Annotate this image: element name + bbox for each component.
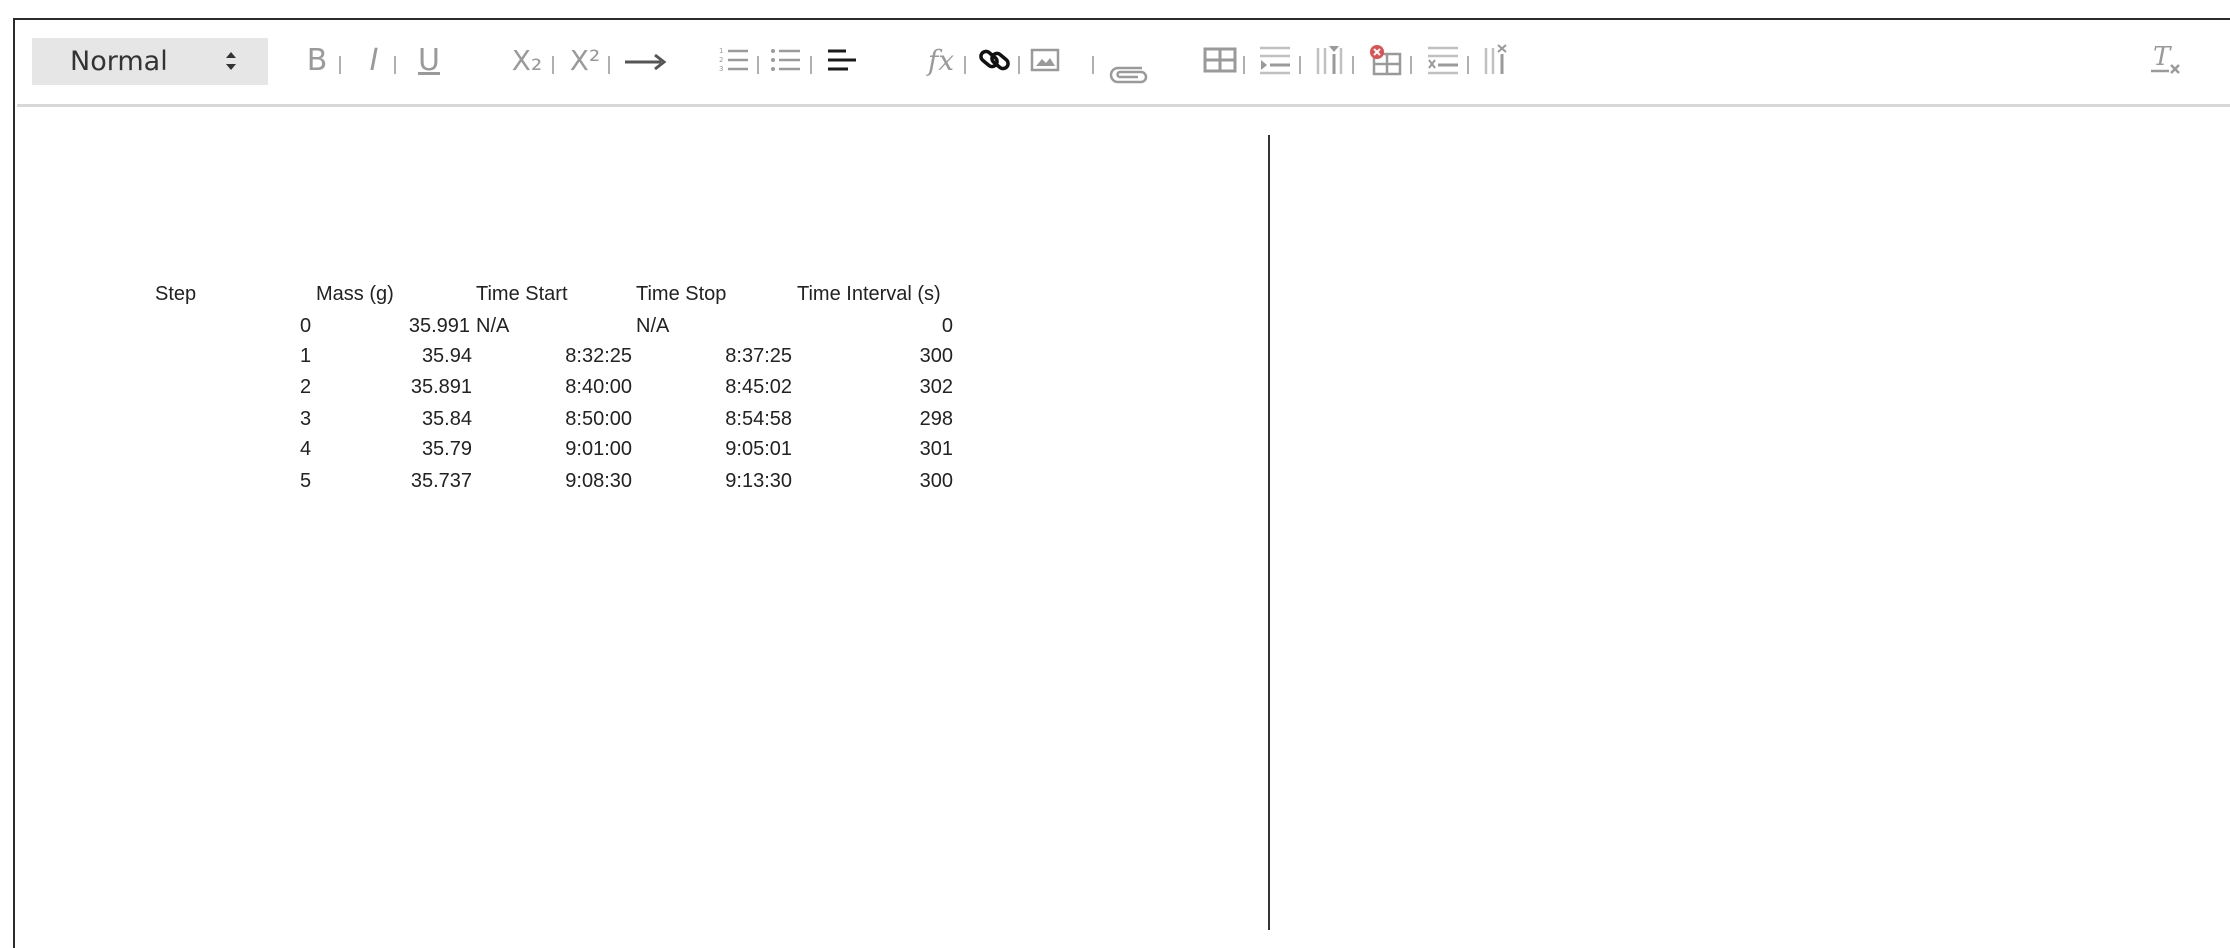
align-left-icon (828, 49, 856, 71)
insert-column-icon (1316, 46, 1343, 74)
formula-icon: fx (927, 43, 955, 77)
table-cell-time-stop: 9:05:01 (725, 438, 792, 460)
clear-format-button[interactable]: T (2147, 40, 2187, 80)
bullet-list-icon (771, 49, 800, 71)
italic-icon: I (369, 42, 379, 78)
separator (1467, 56, 1469, 74)
table-cell-step: 5 (300, 470, 312, 492)
separator (552, 56, 554, 74)
insert-row-button[interactable] (1257, 40, 1293, 80)
separator (1018, 56, 1020, 74)
table-header-time-start: Time Start (476, 283, 568, 305)
subscript-icon: X₂ (511, 43, 543, 77)
ordered-list-button[interactable]: 1 2 3 (717, 40, 751, 80)
svg-text:3: 3 (719, 65, 723, 73)
separator (757, 56, 759, 74)
table-header-mass: Mass (g) (316, 283, 394, 305)
delete-column-icon (1484, 44, 1507, 74)
svg-text:2: 2 (719, 56, 723, 64)
delete-column-button[interactable] (1483, 40, 1513, 80)
arrow-button[interactable] (621, 40, 669, 80)
clear-format-icon: T (2151, 43, 2180, 74)
table-cell-mass: 35.737 (410, 470, 472, 492)
table-cell-mass: 35.84 (421, 408, 472, 430)
image-icon (1030, 48, 1060, 72)
editor-toolbar: Normal B I U X₂ X² 1 2 3 fx T (17, 20, 2230, 107)
table-cell-step: 2 (300, 376, 312, 398)
table-cell-time-start: N/A (476, 315, 510, 337)
bold-button[interactable]: B (302, 40, 332, 80)
table-cell-interval: 301 (919, 438, 953, 460)
table-cell-interval: 300 (919, 345, 953, 367)
superscript-icon: X² (569, 43, 601, 77)
separator (339, 56, 341, 74)
attachment-icon (1109, 66, 1148, 84)
bullet-list-button[interactable] (769, 40, 803, 80)
table-cell-time-stop: 8:54:58 (725, 408, 792, 430)
table-cell-time-start: 8:32:25 (565, 345, 632, 367)
separator (1092, 56, 1094, 74)
insert-row-above-icon (1260, 46, 1290, 75)
table-header-time-stop: Time Stop (636, 283, 727, 305)
table-cell-step: 4 (300, 438, 312, 460)
table-cell-time-start: 9:08:30 (565, 470, 632, 492)
table-header-step: Step (155, 283, 197, 305)
arrow-right-icon (625, 53, 667, 70)
delete-table-button[interactable] (1367, 40, 1403, 80)
table-cell-time-stop: 9:13:30 (725, 470, 792, 492)
table-cell-interval: 0 (941, 315, 953, 337)
table-cell-step: 1 (300, 345, 312, 367)
underline-icon: U (418, 42, 440, 78)
table-cell-mass: 35.891 (410, 376, 472, 398)
link-icon (979, 49, 1010, 71)
separator (1352, 56, 1354, 74)
table-cell-time-stop: 8:45:02 (725, 376, 792, 398)
table-cell-interval: 302 (919, 376, 953, 398)
delete-row-icon (1428, 46, 1458, 75)
delete-table-icon (1370, 45, 1402, 76)
svg-text:T: T (2153, 43, 2172, 72)
select-caret-icon (226, 52, 236, 70)
italic-button[interactable]: I (359, 40, 389, 80)
align-left-button[interactable] (825, 40, 859, 80)
separator (608, 56, 610, 74)
separator (1299, 56, 1301, 74)
svg-text:1: 1 (719, 47, 723, 55)
separator (1410, 56, 1412, 74)
table-cell-interval: 298 (919, 408, 953, 430)
table-cell-step: 0 (300, 315, 312, 337)
underline-button[interactable]: U (414, 40, 444, 80)
page-divider (1268, 135, 1270, 930)
delete-row-button[interactable] (1425, 40, 1461, 80)
paragraph-style-label: Normal (70, 46, 168, 77)
separator (394, 56, 396, 74)
table-cell-mass: 35.79 (421, 438, 472, 460)
table-cell-time-start: 8:40:00 (565, 376, 632, 398)
table-cell-interval: 300 (919, 470, 953, 492)
image-button[interactable] (1027, 40, 1063, 80)
insert-column-button[interactable] (1315, 40, 1345, 80)
paragraph-style-select[interactable]: Normal (32, 38, 268, 85)
table-cell-step: 3 (300, 408, 312, 430)
bold-icon: B (306, 42, 328, 78)
link-button[interactable] (975, 40, 1015, 80)
separator (964, 56, 966, 74)
subscript-button[interactable]: X₂ (507, 40, 547, 80)
separator (1243, 56, 1245, 74)
table-icon (1203, 47, 1237, 73)
ordered-list-icon: 1 2 3 (719, 47, 748, 73)
table-button[interactable] (1202, 40, 1238, 80)
table-cell-time-stop: N/A (636, 315, 670, 337)
superscript-button[interactable]: X² (565, 40, 605, 80)
table-cell-time-stop: 8:37:25 (725, 345, 792, 367)
formula-button[interactable]: fx (921, 40, 961, 80)
table-header-time-interval: Time Interval (s) (797, 283, 941, 305)
table-cell-time-start: 9:01:00 (565, 438, 632, 460)
separator (810, 56, 812, 74)
table-cell-mass: 35.991 (408, 315, 470, 337)
attachment-button[interactable] (1107, 52, 1151, 92)
table-cell-time-start: 8:50:00 (565, 408, 632, 430)
table-cell-mass: 35.94 (421, 345, 472, 367)
